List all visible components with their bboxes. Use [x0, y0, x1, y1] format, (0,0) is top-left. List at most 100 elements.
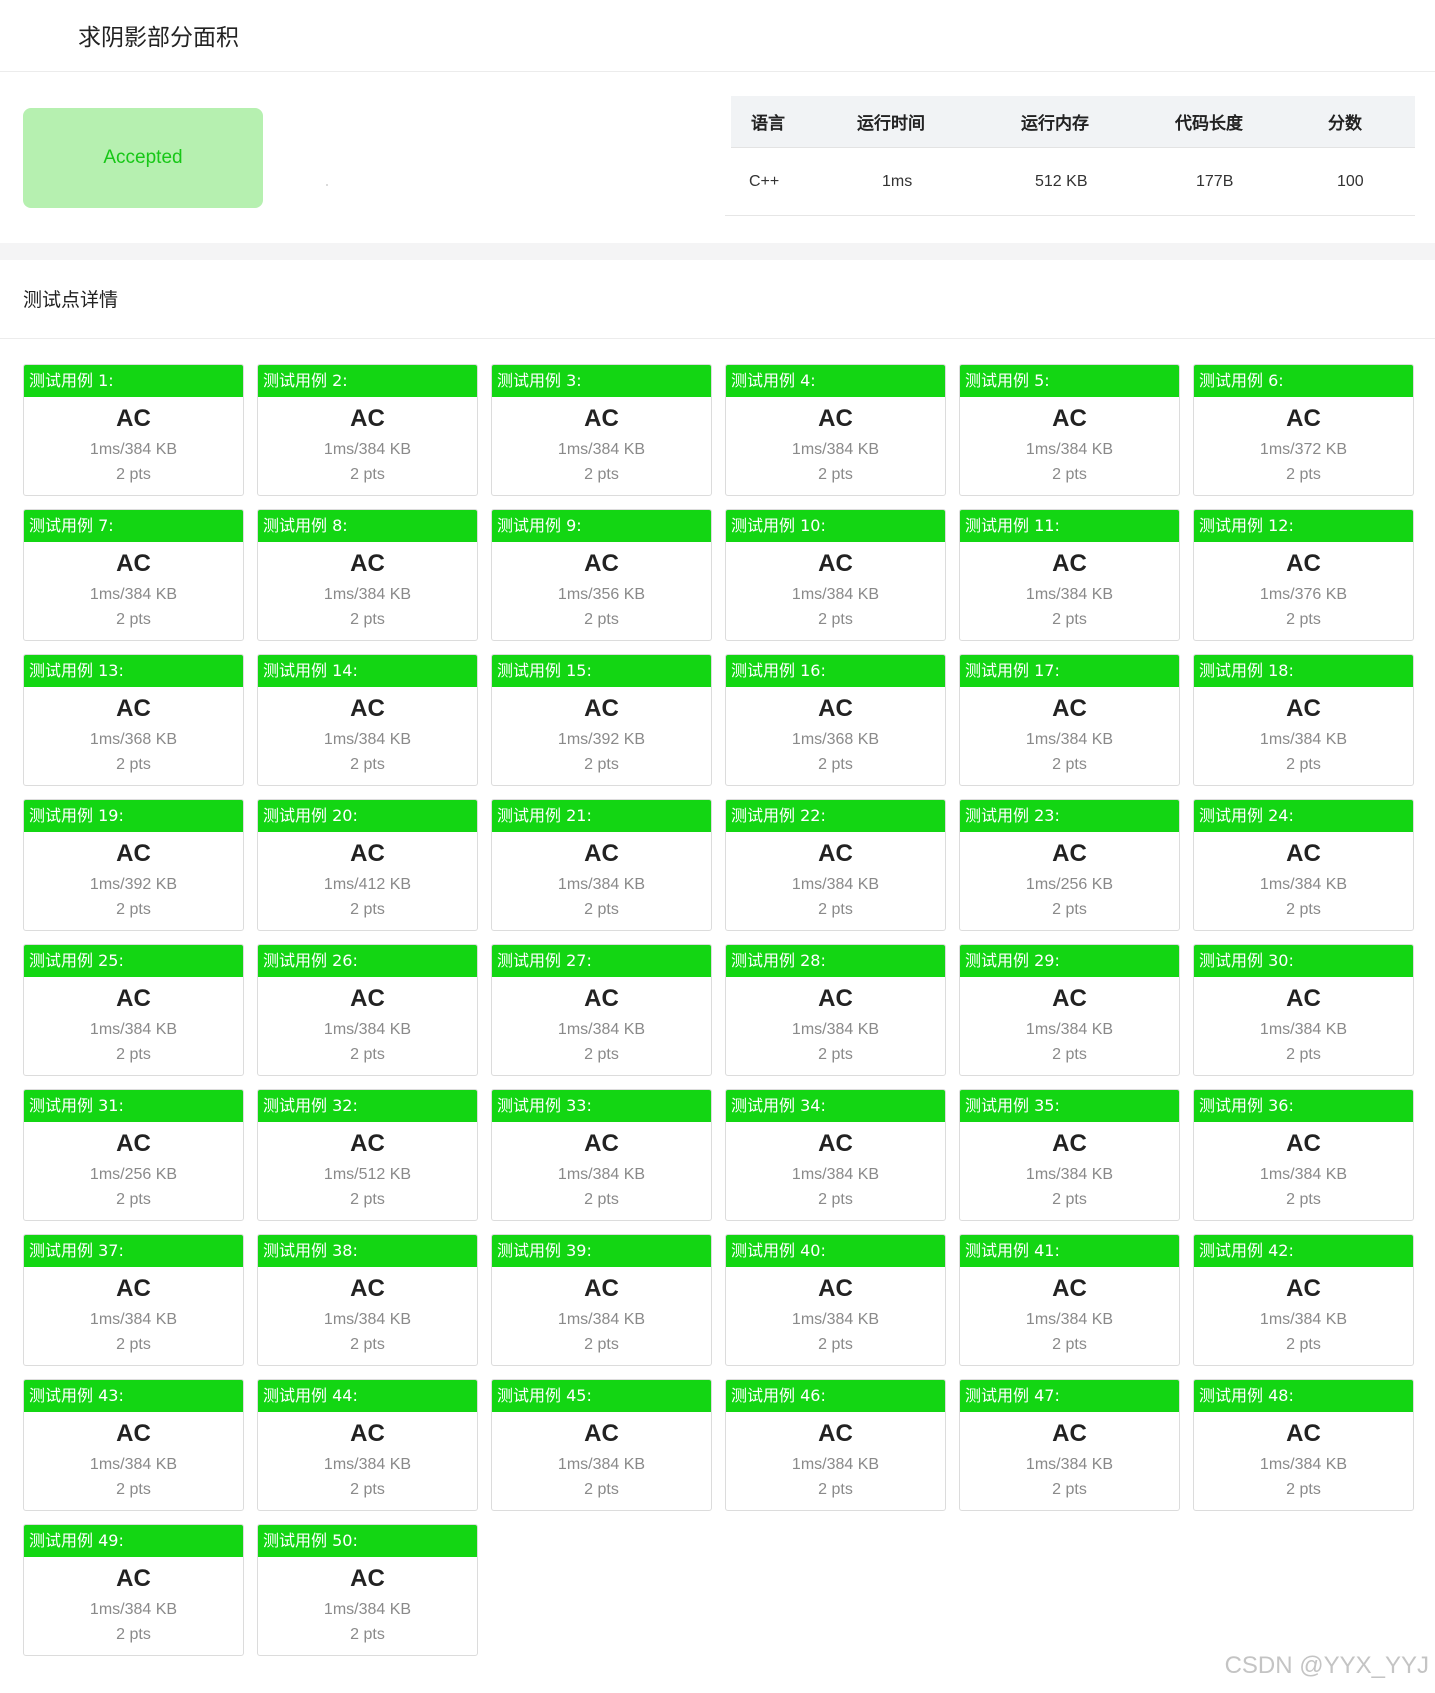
- section-title: 测试点详情: [23, 289, 119, 311]
- test-case-points: 2 pts: [818, 611, 853, 628]
- test-case-points: 2 pts: [1052, 901, 1087, 918]
- test-case-points: 2 pts: [584, 1191, 619, 1208]
- value-memory: 512 KB: [1035, 172, 1088, 190]
- test-case-status: AC: [584, 695, 619, 722]
- test-case-label: 测试用例 36:: [1194, 1090, 1413, 1122]
- test-case-time-memory: 1ms/392 KB: [89, 876, 178, 893]
- test-case-label: 测试用例 29:: [960, 945, 1179, 977]
- test-case-label: 测试用例 4:: [726, 365, 945, 397]
- test-case-time-memory: 1ms/384 KB: [323, 1021, 412, 1038]
- test-case-label: 测试用例 13:: [24, 655, 243, 687]
- test-case-points: 2 pts: [1286, 756, 1321, 773]
- test-case-card: 测试用例 8: AC 1ms/384 KB 2 pts: [257, 509, 478, 641]
- test-case-status: AC: [1052, 1130, 1087, 1157]
- test-case-label: 测试用例 30:: [1194, 945, 1413, 977]
- test-case-points: 2 pts: [1286, 1336, 1321, 1353]
- test-case-label: 测试用例 44:: [258, 1380, 477, 1412]
- test-case-points: 2 pts: [818, 1046, 853, 1063]
- test-case-label: 测试用例 25:: [24, 945, 243, 977]
- test-case-card: 测试用例 1: AC 1ms/384 KB 2 pts: [23, 364, 244, 496]
- test-case-status: AC: [116, 1420, 151, 1447]
- test-case-time-memory: 1ms/384 KB: [89, 441, 178, 458]
- test-case-time-memory: 1ms/384 KB: [1025, 441, 1114, 458]
- test-case-time-memory: 1ms/384 KB: [1025, 1166, 1114, 1183]
- test-case-time-memory: 1ms/384 KB: [791, 441, 880, 458]
- test-case-card: 测试用例 25: AC 1ms/384 KB 2 pts: [23, 944, 244, 1076]
- test-case-time-memory: 1ms/384 KB: [1259, 1311, 1348, 1328]
- test-case-card: 测试用例 28: AC 1ms/384 KB 2 pts: [725, 944, 946, 1076]
- stats-value-row: C++ 1ms 512 KB 177B 100: [725, 148, 1415, 216]
- test-case-card: 测试用例 11: AC 1ms/384 KB 2 pts: [959, 509, 1180, 641]
- test-case-status: AC: [350, 1565, 385, 1592]
- test-case-card: 测试用例 34: AC 1ms/384 KB 2 pts: [725, 1089, 946, 1221]
- test-case-card: 测试用例 50: AC 1ms/384 KB 2 pts: [257, 1524, 478, 1656]
- test-case-time-memory: 1ms/384 KB: [1025, 586, 1114, 603]
- test-case-time-memory: 1ms/384 KB: [791, 586, 880, 603]
- test-case-label: 测试用例 19:: [24, 800, 243, 832]
- test-case-status: AC: [818, 1275, 853, 1302]
- test-case-label: 测试用例 40:: [726, 1235, 945, 1267]
- test-case-time-memory: 1ms/384 KB: [557, 1166, 646, 1183]
- test-case-points: 2 pts: [350, 466, 385, 483]
- test-case-label: 测试用例 31:: [24, 1090, 243, 1122]
- test-case-label: 测试用例 12:: [1194, 510, 1413, 542]
- test-case-status: AC: [1052, 405, 1087, 432]
- test-case-card: 测试用例 3: AC 1ms/384 KB 2 pts: [491, 364, 712, 496]
- test-case-card: 测试用例 49: AC 1ms/384 KB 2 pts: [23, 1524, 244, 1656]
- test-case-card: 测试用例 43: AC 1ms/384 KB 2 pts: [23, 1379, 244, 1511]
- test-case-time-memory: 1ms/384 KB: [323, 1601, 412, 1618]
- test-case-time-memory: 1ms/384 KB: [557, 1456, 646, 1473]
- test-case-status: AC: [1052, 840, 1087, 867]
- test-case-time-memory: 1ms/384 KB: [323, 1456, 412, 1473]
- test-case-label: 测试用例 6:: [1194, 365, 1413, 397]
- test-case-points: 2 pts: [116, 1046, 151, 1063]
- stats-header-row: 语言 运行时间 运行内存 代码长度 分数: [731, 96, 1415, 148]
- test-case-time-memory: 1ms/384 KB: [323, 441, 412, 458]
- test-case-status: AC: [116, 550, 151, 577]
- test-case-time-memory: 1ms/384 KB: [791, 876, 880, 893]
- test-case-label: 测试用例 41:: [960, 1235, 1179, 1267]
- test-case-status: AC: [1286, 1420, 1321, 1447]
- test-case-time-memory: 1ms/356 KB: [557, 586, 646, 603]
- test-case-points: 2 pts: [584, 1336, 619, 1353]
- test-case-card: 测试用例 41: AC 1ms/384 KB 2 pts: [959, 1234, 1180, 1366]
- test-case-label: 测试用例 45:: [492, 1380, 711, 1412]
- test-case-label: 测试用例 16:: [726, 655, 945, 687]
- test-case-card: 测试用例 6: AC 1ms/372 KB 2 pts: [1193, 364, 1414, 496]
- test-case-points: 2 pts: [1286, 901, 1321, 918]
- submission-stats-table: 语言 运行时间 运行内存 代码长度 分数 C++ 1ms 512 KB 177B…: [725, 96, 1415, 220]
- test-case-label: 测试用例 35:: [960, 1090, 1179, 1122]
- test-case-points: 2 pts: [1286, 1191, 1321, 1208]
- value-runtime: 1ms: [882, 172, 913, 190]
- test-case-time-memory: 1ms/384 KB: [557, 1021, 646, 1038]
- test-case-status: AC: [350, 550, 385, 577]
- page-header: 求阴影部分面积: [0, 0, 1435, 72]
- page-title: 求阴影部分面积: [78, 25, 239, 51]
- test-case-points: 2 pts: [350, 611, 385, 628]
- test-case-status: AC: [1052, 550, 1087, 577]
- test-case-time-memory: 1ms/384 KB: [89, 1021, 178, 1038]
- test-case-time-memory: 1ms/384 KB: [89, 1456, 178, 1473]
- test-case-time-memory: 1ms/368 KB: [791, 731, 880, 748]
- test-case-time-memory: 1ms/372 KB: [1259, 441, 1348, 458]
- test-case-card: 测试用例 39: AC 1ms/384 KB 2 pts: [491, 1234, 712, 1366]
- header-score: 分数: [1328, 114, 1362, 134]
- test-case-points: 2 pts: [584, 1046, 619, 1063]
- test-case-label: 测试用例 20:: [258, 800, 477, 832]
- test-case-card: 测试用例 44: AC 1ms/384 KB 2 pts: [257, 1379, 478, 1511]
- test-case-label: 测试用例 11:: [960, 510, 1179, 542]
- test-case-points: 2 pts: [350, 1626, 385, 1643]
- test-case-time-memory: 1ms/384 KB: [1025, 1021, 1114, 1038]
- test-case-label: 测试用例 49:: [24, 1525, 243, 1557]
- watermark: CSDN @YYX_YYJ: [1224, 1652, 1429, 1679]
- test-case-card: 测试用例 38: AC 1ms/384 KB 2 pts: [257, 1234, 478, 1366]
- test-case-label: 测试用例 10:: [726, 510, 945, 542]
- test-case-status: AC: [584, 1275, 619, 1302]
- test-case-time-memory: 1ms/412 KB: [323, 876, 412, 893]
- test-case-status: AC: [116, 1565, 151, 1592]
- test-case-card: 测试用例 13: AC 1ms/368 KB 2 pts: [23, 654, 244, 786]
- test-case-card: 测试用例 5: AC 1ms/384 KB 2 pts: [959, 364, 1180, 496]
- test-case-status: AC: [350, 1420, 385, 1447]
- test-case-time-memory: 1ms/384 KB: [89, 1601, 178, 1618]
- test-case-label: 测试用例 23:: [960, 800, 1179, 832]
